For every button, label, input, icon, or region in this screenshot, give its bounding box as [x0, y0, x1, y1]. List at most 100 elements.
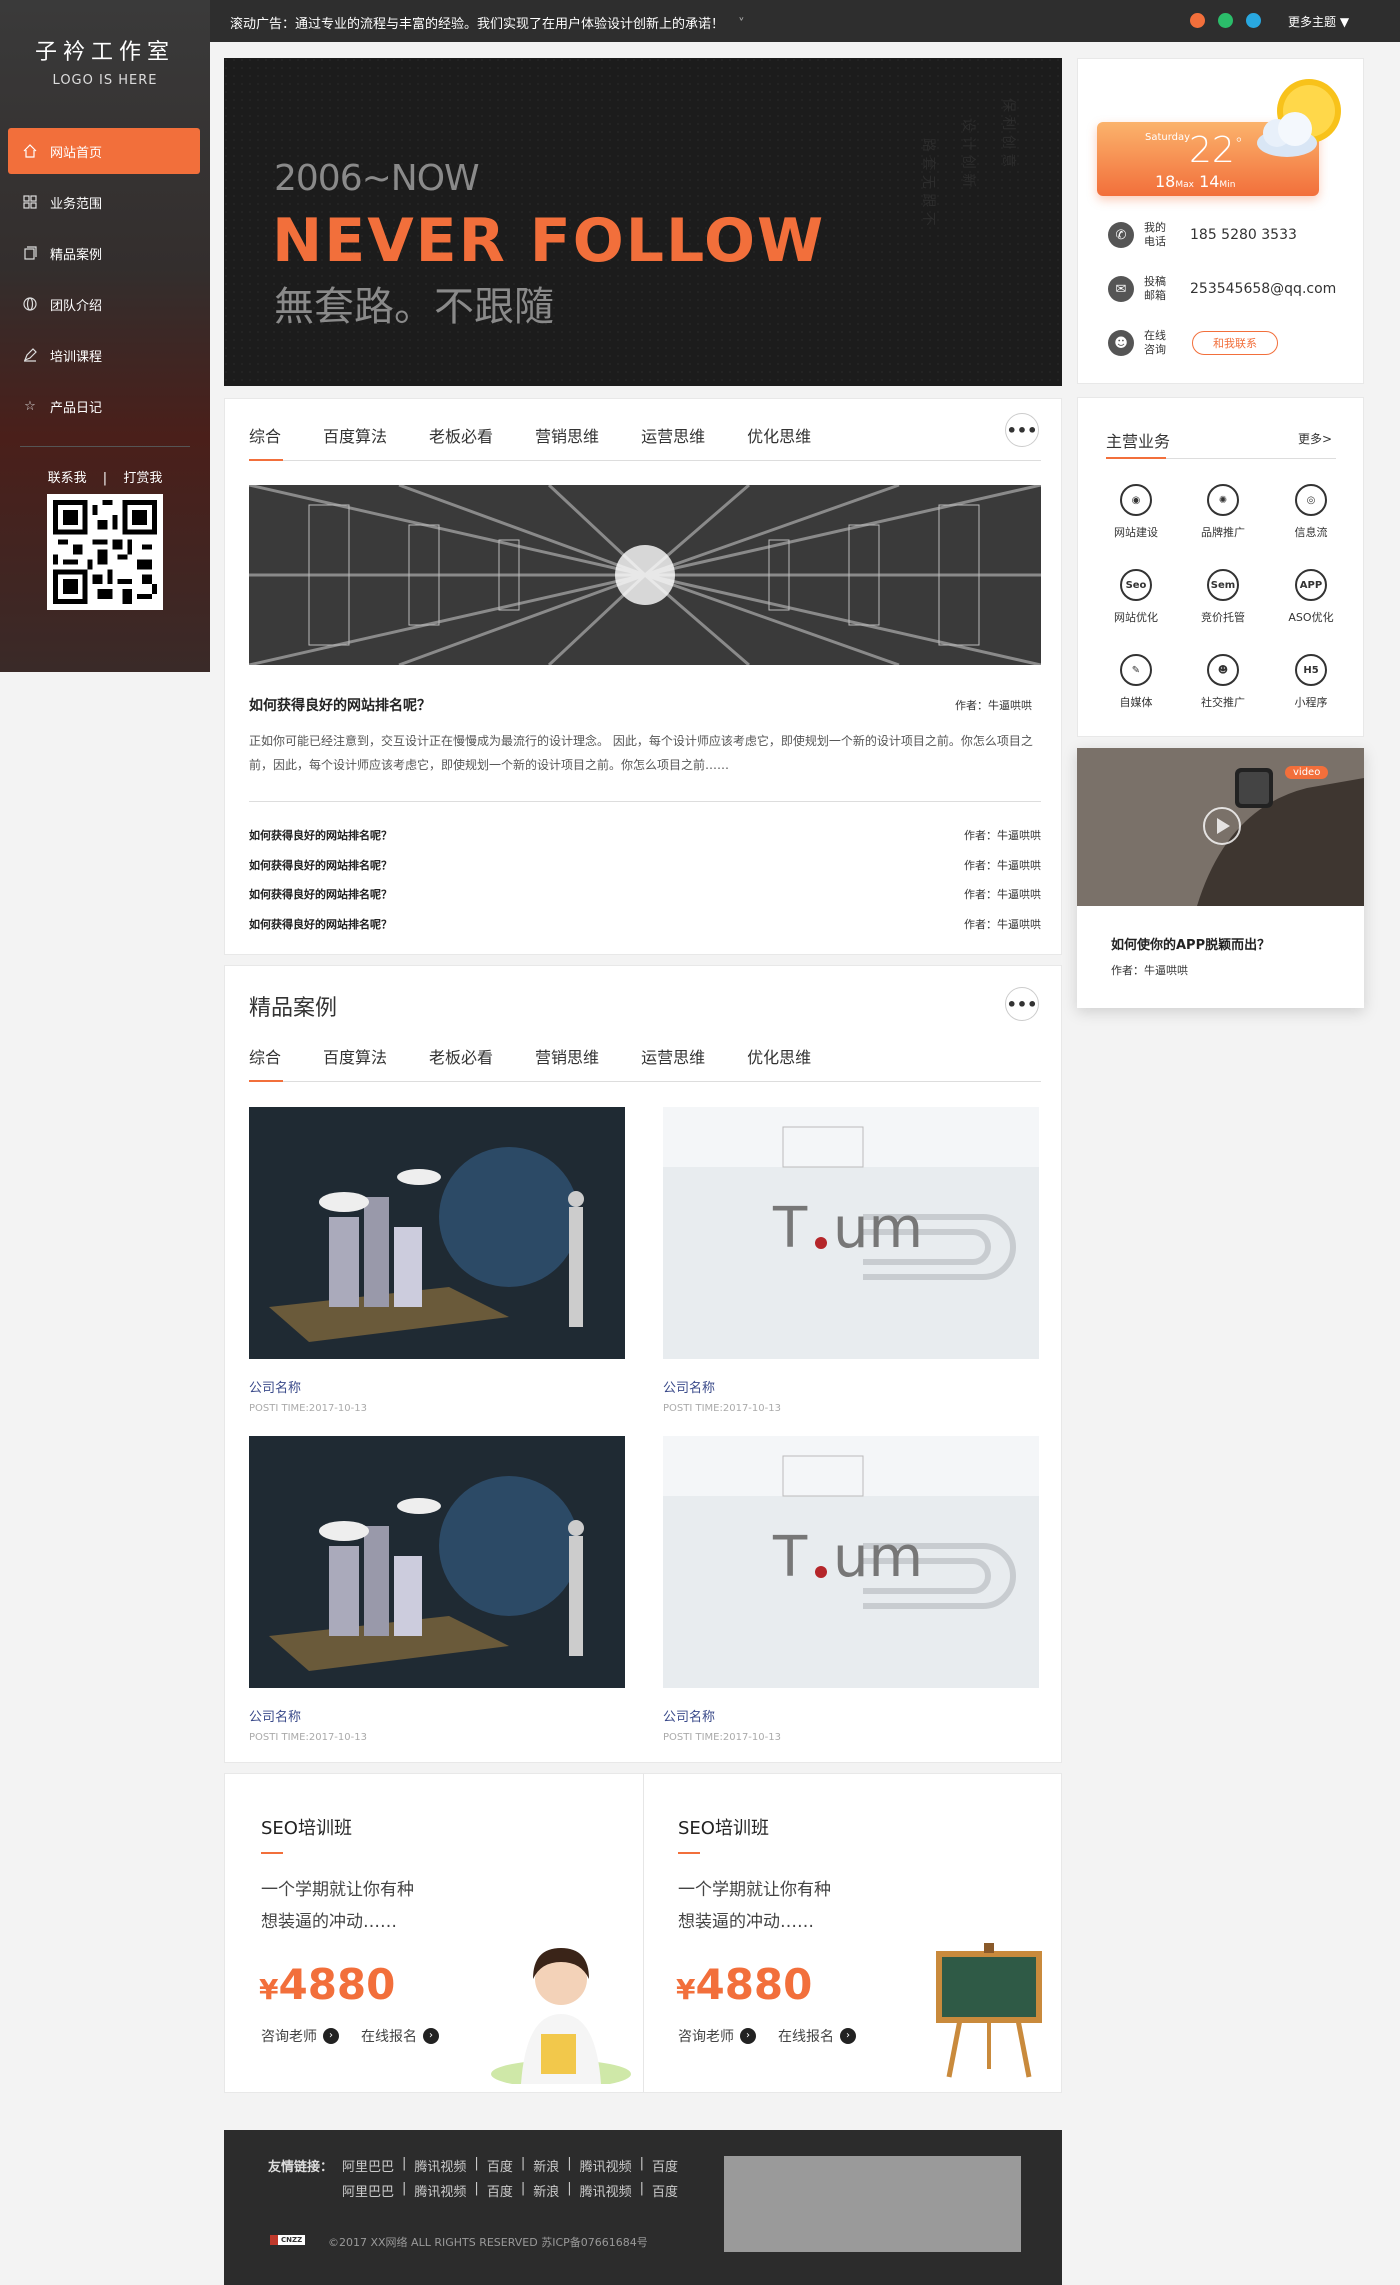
online-signup-link[interactable]: 在线报名 ›	[361, 2026, 439, 2046]
training-card[interactable]: SEO培训班 一个学期就让你有种 想装逼的冲动…… ¥4880 咨询老师 › 在线报…	[225, 1774, 643, 2092]
service-brand[interactable]: ✺ 品牌推广	[1193, 484, 1253, 540]
service-aso[interactable]: APP ASO优化	[1281, 569, 1341, 625]
training-card[interactable]: SEO培训班 一个学期就让你有种 想装逼的冲动…… ¥4880 咨询老师 › 在线报…	[644, 1774, 1062, 2092]
cnzz-badge[interactable]: CNZZ	[270, 2235, 306, 2245]
case-name[interactable]: 公司名称	[663, 1706, 715, 1725]
video-badge: video	[1285, 766, 1329, 779]
friend-link[interactable]: 腾讯视频	[580, 2181, 632, 2200]
reward-me-link[interactable]: 打赏我	[123, 471, 162, 486]
sidebar-item-diary[interactable]: ☆ 产品日记	[8, 383, 200, 429]
article-title[interactable]: 如何获得良好的网站排名呢？	[249, 695, 431, 715]
online-signup-link[interactable]: 在线报名 ›	[778, 2026, 856, 2046]
site-logo-title[interactable]: 子衿工作室	[0, 34, 210, 66]
sidebar-item-training[interactable]: 培训课程	[8, 332, 200, 378]
contact-me-button[interactable]: 和我联系	[1192, 331, 1278, 355]
case-image[interactable]	[249, 1436, 625, 1688]
phone-number[interactable]: 185 5280 3533	[1190, 227, 1297, 243]
weather-sun-cloud-icon	[1253, 73, 1353, 163]
email-address[interactable]: 253545658@qq.com	[1190, 281, 1336, 297]
case-name[interactable]: 公司名称	[663, 1377, 715, 1396]
sem-icon: Sem	[1207, 569, 1239, 601]
consult-teacher-link[interactable]: 咨询老师 ›	[678, 2026, 756, 2046]
chat-icon: ☻	[1108, 330, 1134, 356]
theme-color-blue[interactable]	[1246, 13, 1261, 28]
ticker-text[interactable]: 滚动广告：通过专业的流程与丰富的经验。我们实现了在用户体验设计创新上的承诺！ ˅	[230, 13, 745, 32]
theme-color-orange[interactable]	[1190, 13, 1205, 28]
friend-link[interactable]: 新浪	[533, 2181, 559, 2200]
service-website[interactable]: ◉ 网站建设	[1106, 484, 1166, 540]
tab-marketing[interactable]: 营销思维	[535, 1044, 599, 1081]
hero-banner[interactable]: 路 套 无 跟 不 设 计 创 新 保 利 创 意 2006~NOW NEVER…	[224, 58, 1062, 386]
friend-link[interactable]: 百度	[652, 2181, 678, 2200]
friend-link[interactable]: 百度	[487, 2181, 513, 2200]
friend-link[interactable]: 阿里巴巴	[342, 2181, 394, 2200]
banner-years: 2006~NOW	[274, 158, 480, 199]
tab-baidu-algorithm[interactable]: 百度算法	[323, 1044, 387, 1081]
service-feed[interactable]: ◎ 信息流	[1281, 484, 1341, 540]
case-image[interactable]: T um	[663, 1107, 1039, 1359]
sidebar-item-cases[interactable]: 精品案例	[8, 230, 200, 276]
friend-link[interactable]: 阿里巴巴	[342, 2156, 394, 2175]
list-item[interactable]: 如何获得良好的网站排名呢？ 作者：牛逼哄哄	[249, 857, 1041, 873]
video-thumbnail[interactable]: video	[1077, 748, 1364, 906]
friend-link[interactable]: 百度	[487, 2156, 513, 2175]
service-sem[interactable]: Sem 竞价托管	[1193, 569, 1253, 625]
sidebar-item-home[interactable]: 网站首页	[8, 128, 200, 174]
title-underline	[261, 1852, 283, 1854]
site-logo-subtitle: LOGO IS HERE	[52, 73, 158, 88]
article-image[interactable]	[249, 485, 1041, 665]
footer: 友情链接： 阿里巴巴 | 腾讯视频 | 百度 | 新浪 | 腾讯视频 | 百度 阿里巴巴 |…	[224, 2130, 1062, 2285]
case-image[interactable]	[249, 1107, 625, 1359]
tab-optimization[interactable]: 优化思维	[747, 423, 811, 460]
chevron-down-icon[interactable]: ˅	[738, 17, 745, 32]
tab-all[interactable]: 综合	[249, 1044, 284, 1082]
sidebar-item-team[interactable]: 团队介绍	[8, 281, 200, 327]
tab-all[interactable]: 综合	[249, 423, 284, 461]
friend-link[interactable]: 新浪	[533, 2156, 559, 2175]
footer-ad-placeholder[interactable]	[724, 2156, 1021, 2252]
friend-link[interactable]: 百度	[652, 2156, 678, 2175]
grid-icon	[22, 194, 38, 210]
tab-marketing[interactable]: 营销思维	[535, 423, 599, 460]
contact-me-link[interactable]: 联系我	[48, 471, 87, 486]
friend-link[interactable]: 腾讯视频	[414, 2156, 466, 2175]
pen-icon: ✎	[1120, 654, 1152, 686]
service-seo[interactable]: Seo 网站优化	[1106, 569, 1166, 625]
more-button[interactable]: •••	[1005, 413, 1039, 447]
qr-code-image	[47, 494, 163, 610]
video-author: 作者：牛逼哄哄	[1111, 964, 1188, 977]
case-image[interactable]: T um	[663, 1436, 1039, 1688]
seo-icon: Seo	[1120, 569, 1152, 601]
sidebar-item-label: 业务范围	[50, 196, 103, 212]
tab-optimization[interactable]: 优化思维	[747, 1044, 811, 1081]
tab-boss-must-read[interactable]: 老板必看	[429, 1044, 493, 1081]
pen-icon	[22, 347, 38, 363]
service-social[interactable]: ☻ 社交推广	[1193, 654, 1253, 710]
video-card[interactable]: video 如何使你的APP脱颖而出？ 作者：牛逼哄哄	[1077, 748, 1364, 1008]
video-title[interactable]: 如何使你的APP脱颖而出？	[1111, 934, 1270, 953]
weather-range: 18Max 14Min	[1155, 172, 1236, 191]
sidebar-item-services[interactable]: 业务范围	[8, 179, 200, 225]
case-name[interactable]: 公司名称	[249, 1706, 301, 1725]
list-item[interactable]: 如何获得良好的网站排名呢？ 作者：牛逼哄哄	[249, 916, 1041, 932]
svg-text:T: T	[772, 1196, 808, 1261]
more-themes-dropdown[interactable]: 更多主题 ▼	[1288, 13, 1349, 30]
tab-boss-must-read[interactable]: 老板必看	[429, 423, 493, 460]
list-item[interactable]: 如何获得良好的网站排名呢？ 作者：牛逼哄哄	[249, 827, 1041, 843]
case-name[interactable]: 公司名称	[249, 1377, 301, 1396]
tab-operations[interactable]: 运营思维	[641, 423, 705, 460]
friend-link[interactable]: 腾讯视频	[580, 2156, 632, 2175]
consult-teacher-link[interactable]: 咨询老师 ›	[261, 2026, 339, 2046]
tab-operations[interactable]: 运营思维	[641, 1044, 705, 1081]
services-panel: 主营业务 更多> ◉ 网站建设 ✺ 品牌推广 ◎ 信息流 Seo 网站优化 Sem 竞价托…	[1077, 397, 1364, 737]
sidebar-divider	[20, 446, 190, 447]
theme-color-green[interactable]	[1218, 13, 1233, 28]
services-more-link[interactable]: 更多>	[1298, 430, 1332, 447]
svg-text:um: um	[833, 1525, 923, 1590]
friend-link[interactable]: 腾讯视频	[414, 2181, 466, 2200]
list-item[interactable]: 如何获得良好的网站排名呢？ 作者：牛逼哄哄	[249, 886, 1041, 902]
service-media[interactable]: ✎ 自媒体	[1106, 654, 1166, 710]
more-button[interactable]: •••	[1005, 987, 1039, 1021]
service-miniprogram[interactable]: H5 小程序	[1281, 654, 1341, 710]
tab-baidu-algorithm[interactable]: 百度算法	[323, 423, 387, 460]
